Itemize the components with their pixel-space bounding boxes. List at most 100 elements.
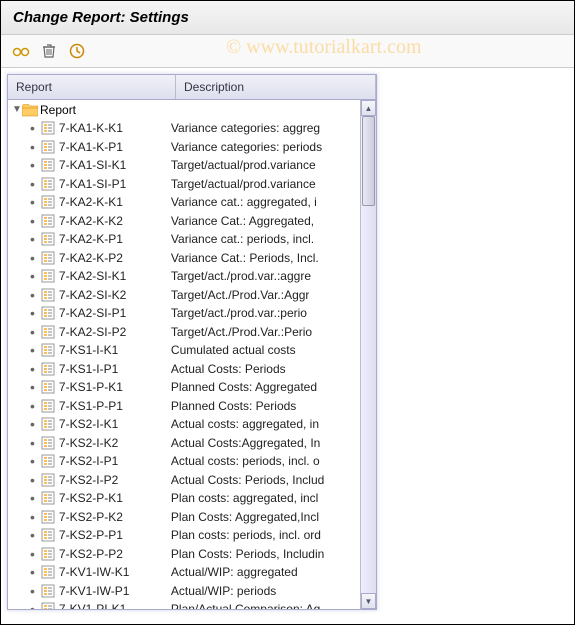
document-icon	[41, 399, 55, 413]
tree-row[interactable]: •7-KA1-SI-P1Target/actual/prod.variance	[8, 175, 360, 194]
document-icon	[41, 251, 55, 265]
toolbar	[1, 35, 574, 68]
scroll-up-button[interactable]: ▲	[361, 100, 376, 116]
bullet-icon: •	[30, 121, 35, 135]
tree-row[interactable]: •7-KA2-SI-P1Target/act./prod.var.:perio	[8, 304, 360, 323]
tree-row[interactable]: • 7-KA2-SI-K2Target/Act./Prod.Var.:Aggr	[8, 286, 360, 305]
document-icon	[41, 288, 55, 302]
document-icon	[41, 343, 55, 357]
report-code: 7-KA2-K-K1	[59, 195, 171, 209]
document-icon	[41, 473, 55, 487]
report-code: 7-KA1-SI-K1	[59, 158, 171, 172]
page-title: Change Report: Settings	[13, 9, 189, 26]
tree-row[interactable]: •7-KV1-IW-P1Actual/WIP: periods	[8, 582, 360, 601]
document-icon	[41, 602, 55, 609]
bullet-icon: •	[30, 177, 35, 191]
clock-button[interactable]	[67, 41, 87, 61]
document-icon	[41, 158, 55, 172]
bullet-icon: •	[30, 269, 35, 283]
bullet-icon: •	[30, 547, 35, 561]
tree-body: ▼ Report •7-KA1-K-K1Variance categories:…	[8, 100, 376, 609]
bullet-icon: •	[30, 195, 35, 209]
glasses-icon	[12, 45, 30, 57]
bullet-icon: •	[30, 584, 35, 598]
bullet-icon: •	[30, 399, 35, 413]
scrollbar[interactable]: ▲ ▼	[360, 100, 376, 609]
tree-row[interactable]: •7-KV1-PI-K1Plan/Actual Comparison: Ag	[8, 600, 360, 609]
report-code: 7-KA2-SI-K2	[59, 288, 171, 302]
report-code: 7-KS2-P-P1	[59, 528, 171, 542]
report-description: Actual costs: aggregated, in	[171, 417, 319, 431]
report-code: 7-KA2-SI-P2	[59, 325, 171, 339]
report-code: 7-KA1-SI-P1	[59, 177, 171, 191]
rows-container: ▼ Report •7-KA1-K-K1Variance categories:…	[8, 100, 360, 609]
expand-toggle[interactable]: ▼	[12, 104, 22, 115]
report-description: Plan Costs: Periods, Includin	[171, 547, 324, 561]
report-code: 7-KS2-P-P2	[59, 547, 171, 561]
bullet-icon: •	[30, 491, 35, 505]
bullet-icon: •	[30, 602, 35, 609]
bullet-icon: •	[30, 473, 35, 487]
document-icon	[41, 584, 55, 598]
tree-row[interactable]: •7-KS2-I-P1Actual costs: periods, incl. …	[8, 452, 360, 471]
tree-row[interactable]: •7-KA2-SI-K1Target/act./prod.var.:aggre	[8, 267, 360, 286]
report-description: Variance cat.: aggregated, i	[171, 195, 317, 209]
tree-row[interactable]: •7-KS2-I-P2Actual Costs: Periods, Includ	[8, 471, 360, 490]
report-description: Target/Act./Prod.Var.:Aggr	[171, 288, 310, 302]
report-description: Actual Costs: Periods, Includ	[171, 473, 324, 487]
document-icon	[41, 269, 55, 283]
scroll-thumb[interactable]	[362, 116, 375, 206]
tree-row[interactable]: •7-KS2-P-K2Plan Costs: Aggregated,Incl	[8, 508, 360, 527]
tree-row[interactable]: •7-KS2-I-K2Actual Costs:Aggregated, In	[8, 434, 360, 453]
document-icon	[41, 454, 55, 468]
document-icon	[41, 325, 55, 339]
report-description: Variance categories: periods	[171, 140, 322, 154]
document-icon	[41, 121, 55, 135]
bullet-icon: •	[30, 288, 35, 302]
bullet-icon: •	[30, 380, 35, 394]
report-code: 7-KS1-P-P1	[59, 399, 171, 413]
report-code: 7-KA2-SI-K1	[59, 269, 171, 283]
tree-row[interactable]: •7-KA2-K-P2Variance Cat.: Periods, Incl.	[8, 249, 360, 268]
report-description: Variance Cat.: Aggregated,	[171, 214, 314, 228]
report-description: Actual/WIP: aggregated	[171, 565, 298, 579]
tree-row[interactable]: •7-KS1-I-K1Cumulated actual costs	[8, 341, 360, 360]
header-report[interactable]: Report	[8, 75, 176, 99]
trash-icon	[42, 43, 56, 59]
report-code: 7-KS2-I-P1	[59, 454, 171, 468]
document-icon	[41, 417, 55, 431]
tree-row[interactable]: • 7-KA2-K-K1Variance cat.: aggregated, i	[8, 193, 360, 212]
scroll-down-button[interactable]: ▼	[361, 593, 376, 609]
report-description: Actual/WIP: periods	[171, 584, 276, 598]
document-icon	[41, 436, 55, 450]
tree-row[interactable]: •7-KS2-I-K1Actual costs: aggregated, in	[8, 415, 360, 434]
tree-row[interactable]: •7-KA2-K-P1Variance cat.: periods, incl.	[8, 230, 360, 249]
tree-row[interactable]: • 7-KS2-P-P2Plan Costs: Periods, Includin	[8, 545, 360, 564]
tree-row[interactable]: •7-KS2-P-P1Plan costs: periods, incl. or…	[8, 526, 360, 545]
tree-root[interactable]: ▼ Report	[8, 100, 360, 119]
tree-row[interactable]: •7-KV1-IW-K1Actual/WIP: aggregated	[8, 563, 360, 582]
tree-row[interactable]: •7-KS1-P-P1Planned Costs: Periods	[8, 397, 360, 416]
tree-row[interactable]: •7-KS1-I-P1Actual Costs: Periods	[8, 360, 360, 379]
column-headers: Report Description	[8, 75, 376, 100]
report-description: Actual costs: periods, incl. o	[171, 454, 320, 468]
bullet-icon: •	[30, 140, 35, 154]
tree-row[interactable]: •7-KS1-P-K1Planned Costs: Aggregated	[8, 378, 360, 397]
tree-row[interactable]: •7-KA1-SI-K1Target/actual/prod.variance	[8, 156, 360, 175]
document-icon	[41, 306, 55, 320]
bullet-icon: •	[30, 510, 35, 524]
trash-button[interactable]	[39, 41, 59, 61]
report-description: Plan costs: periods, incl. ord	[171, 528, 321, 542]
tree-row[interactable]: •7-KS2-P-K1Plan costs: aggregated, incl	[8, 489, 360, 508]
document-icon	[41, 510, 55, 524]
tree-row[interactable]: •7-KA2-K-K2Variance Cat.: Aggregated,	[8, 212, 360, 231]
report-description: Variance Cat.: Periods, Incl.	[171, 251, 319, 265]
report-code: 7-KS1-I-K1	[59, 343, 171, 357]
glasses-button[interactable]	[11, 41, 31, 61]
tree-row[interactable]: •7-KA1-K-P1Variance categories: periods	[8, 138, 360, 157]
tree-row[interactable]: •7-KA2-SI-P2Target/Act./Prod.Var.:Perio	[8, 323, 360, 342]
tree-row[interactable]: •7-KA1-K-K1Variance categories: aggreg	[8, 119, 360, 138]
header-description[interactable]: Description	[176, 75, 376, 99]
scroll-track[interactable]	[361, 116, 376, 593]
report-code: 7-KA2-K-P2	[59, 251, 171, 265]
